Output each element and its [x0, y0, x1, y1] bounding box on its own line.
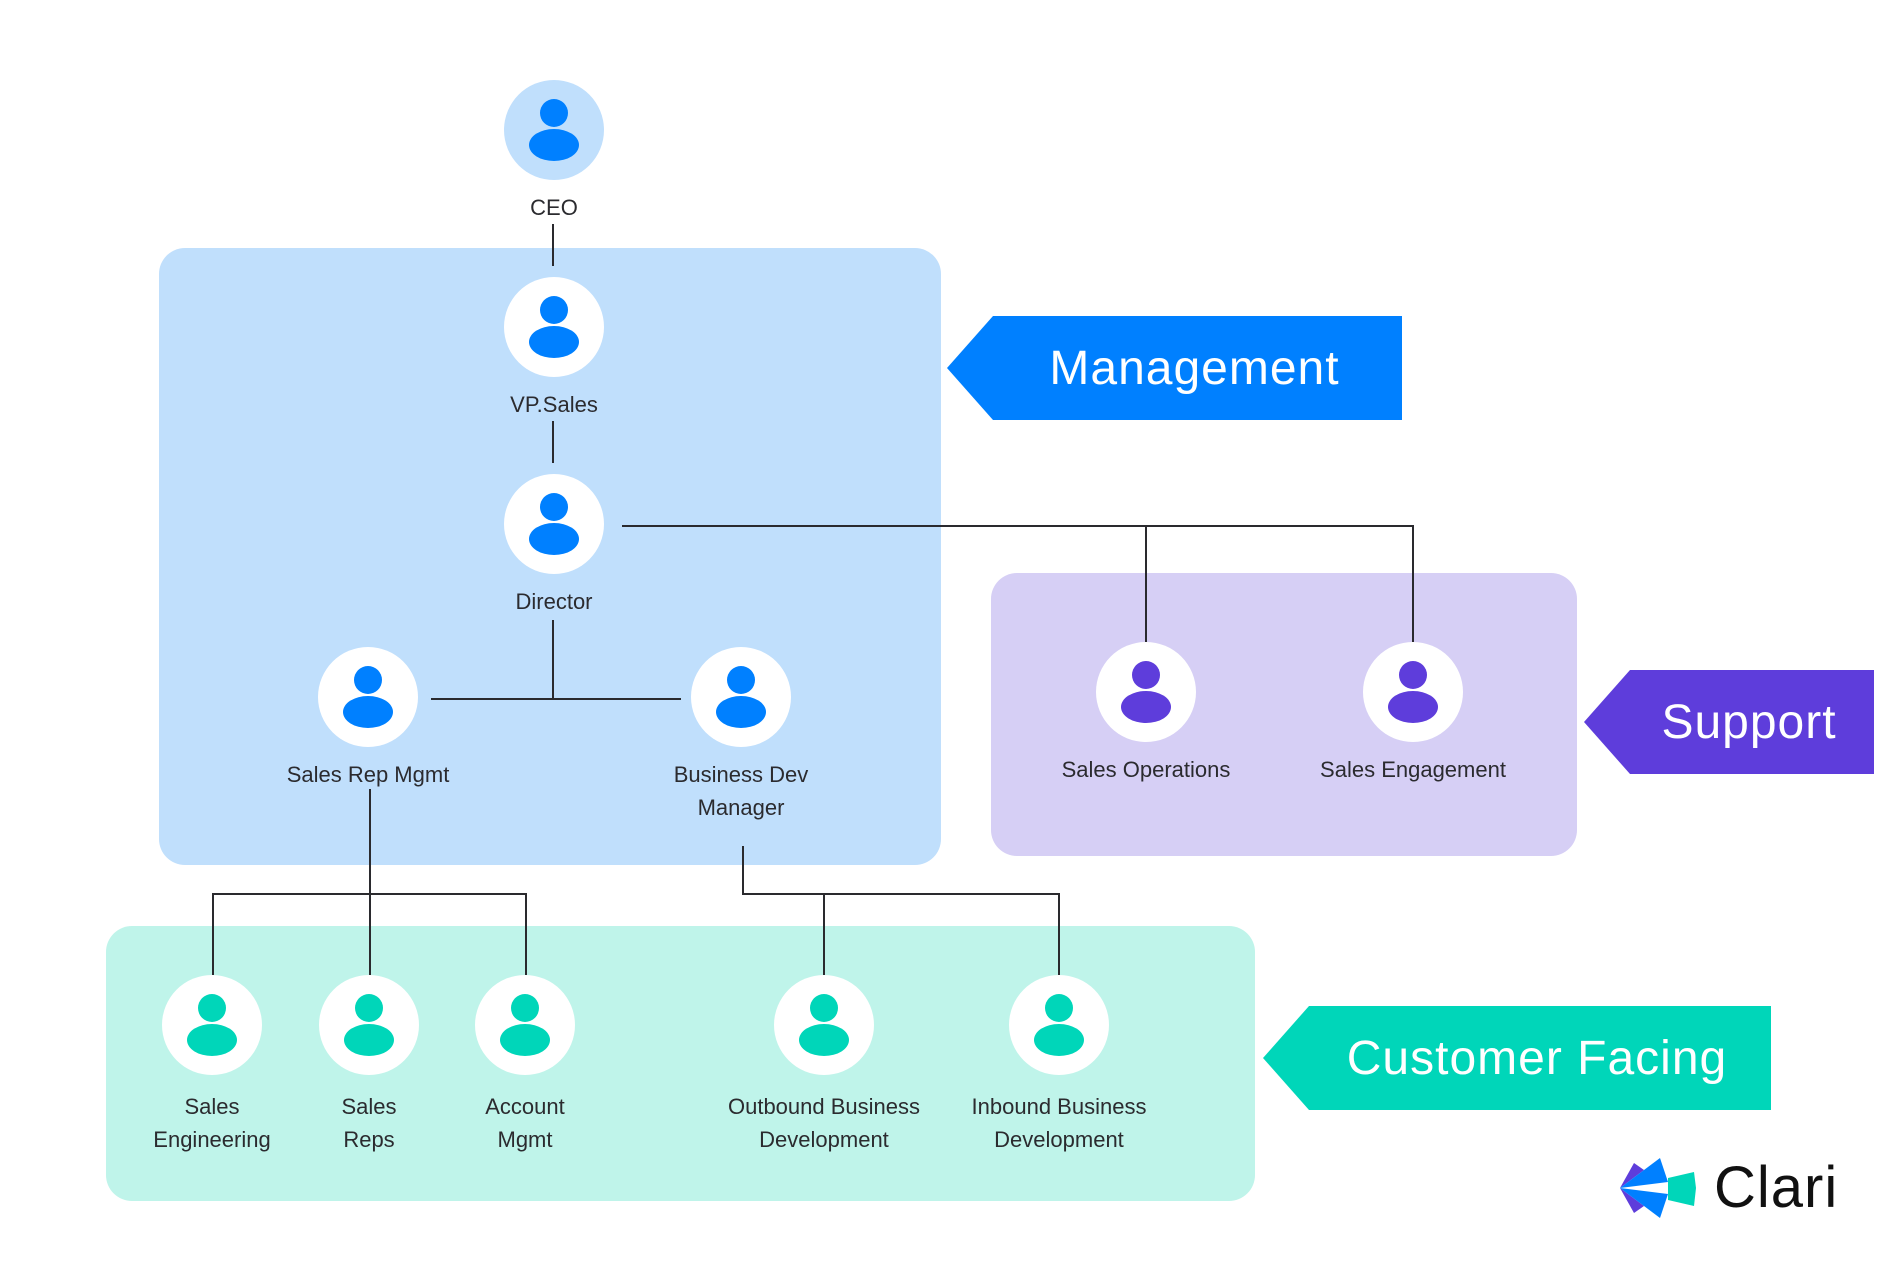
vp-sales-node[interactable] [504, 277, 604, 377]
label-line: Inbound Business [971, 1094, 1147, 1119]
person-icon [529, 296, 579, 358]
sales-rep-mgmt-node[interactable] [318, 647, 418, 747]
connector-to-inbound [1058, 893, 1060, 975]
sales-rep-mgmt-label: Sales Rep Mgmt [286, 762, 450, 787]
connector-director-down [552, 620, 554, 699]
person-icon [799, 994, 849, 1056]
person-icon [343, 666, 393, 728]
person-icon [529, 493, 579, 555]
brand-name: Clari [1714, 1155, 1839, 1220]
person-icon [716, 666, 766, 728]
business-dev-manager-node[interactable] [691, 647, 791, 747]
connector-to-sales-engagement [1412, 525, 1414, 642]
connector-to-outbound [823, 893, 825, 975]
label-line: Sales [184, 1094, 240, 1119]
management-tag: Management [947, 316, 1402, 420]
connector-vp-director [552, 421, 554, 463]
support-tag: Support [1584, 670, 1874, 774]
person-icon [1388, 661, 1438, 723]
connector-srm-horizontal [212, 893, 527, 895]
label-line: Development [994, 1127, 1124, 1152]
label-line: Outbound Business [727, 1094, 921, 1119]
connector-bdm-down [742, 846, 744, 895]
connector-bdm-horizontal [742, 893, 1060, 895]
account-mgmt-label: Account Mgmt [485, 1090, 565, 1156]
person-icon [529, 99, 579, 161]
clari-logo: Clari [1620, 1150, 1838, 1225]
director-label: Director [515, 589, 593, 614]
clari-logo-icon [1620, 1157, 1696, 1218]
sales-reps-node[interactable] [319, 975, 419, 1075]
inbound-bd-label: Inbound Business Development [972, 1090, 1147, 1156]
management-tag-label: Management [1049, 341, 1340, 395]
vp-sales-label: VP.Sales [510, 392, 598, 417]
connector-to-account-mgmt [525, 893, 527, 975]
sales-operations-node[interactable] [1096, 642, 1196, 742]
customer-facing-tag-label: Customer Facing [1346, 1031, 1728, 1085]
sales-operations-label: Sales Operations [1061, 757, 1231, 782]
support-group-box [991, 573, 1577, 856]
connector-srm-down [369, 789, 371, 975]
sales-reps-label: Sales Reps [341, 1090, 396, 1156]
label-line: Manager [697, 795, 785, 820]
label-line: Mgmt [497, 1127, 553, 1152]
person-icon [500, 994, 550, 1056]
business-dev-manager-label: Business Dev Manager [674, 758, 809, 824]
label-line: Account [485, 1094, 565, 1119]
support-tag-label: Support [1661, 695, 1837, 749]
director-node[interactable] [504, 474, 604, 574]
label-line: Development [759, 1127, 889, 1152]
inbound-bd-node[interactable] [1009, 975, 1109, 1075]
sales-engineering-node[interactable] [162, 975, 262, 1075]
person-icon [1034, 994, 1084, 1056]
connector-managers-horizontal [431, 698, 681, 700]
customer-facing-tag: Customer Facing [1263, 1006, 1771, 1110]
label-line: Business Dev [673, 762, 809, 787]
connector-ceo-vp [552, 224, 554, 266]
account-mgmt-node[interactable] [475, 975, 575, 1075]
sales-engagement-node[interactable] [1363, 642, 1463, 742]
ceo-node[interactable] [504, 80, 604, 180]
label-line: Reps [343, 1127, 395, 1152]
sales-engagement-label: Sales Engagement [1320, 757, 1506, 782]
label-line: Engineering [153, 1127, 271, 1152]
connector-to-sales-ops [1145, 525, 1147, 642]
connector-director-right [622, 525, 1414, 527]
label-line: Sales [341, 1094, 397, 1119]
connector-to-sales-eng [212, 893, 214, 975]
sales-engineering-label: Sales Engineering [153, 1090, 270, 1156]
outbound-bd-node[interactable] [774, 975, 874, 1075]
outbound-bd-label: Outbound Business Development [728, 1090, 920, 1156]
person-icon [1121, 661, 1171, 723]
person-icon [187, 994, 237, 1056]
person-icon [344, 994, 394, 1056]
ceo-label: CEO [530, 195, 578, 220]
